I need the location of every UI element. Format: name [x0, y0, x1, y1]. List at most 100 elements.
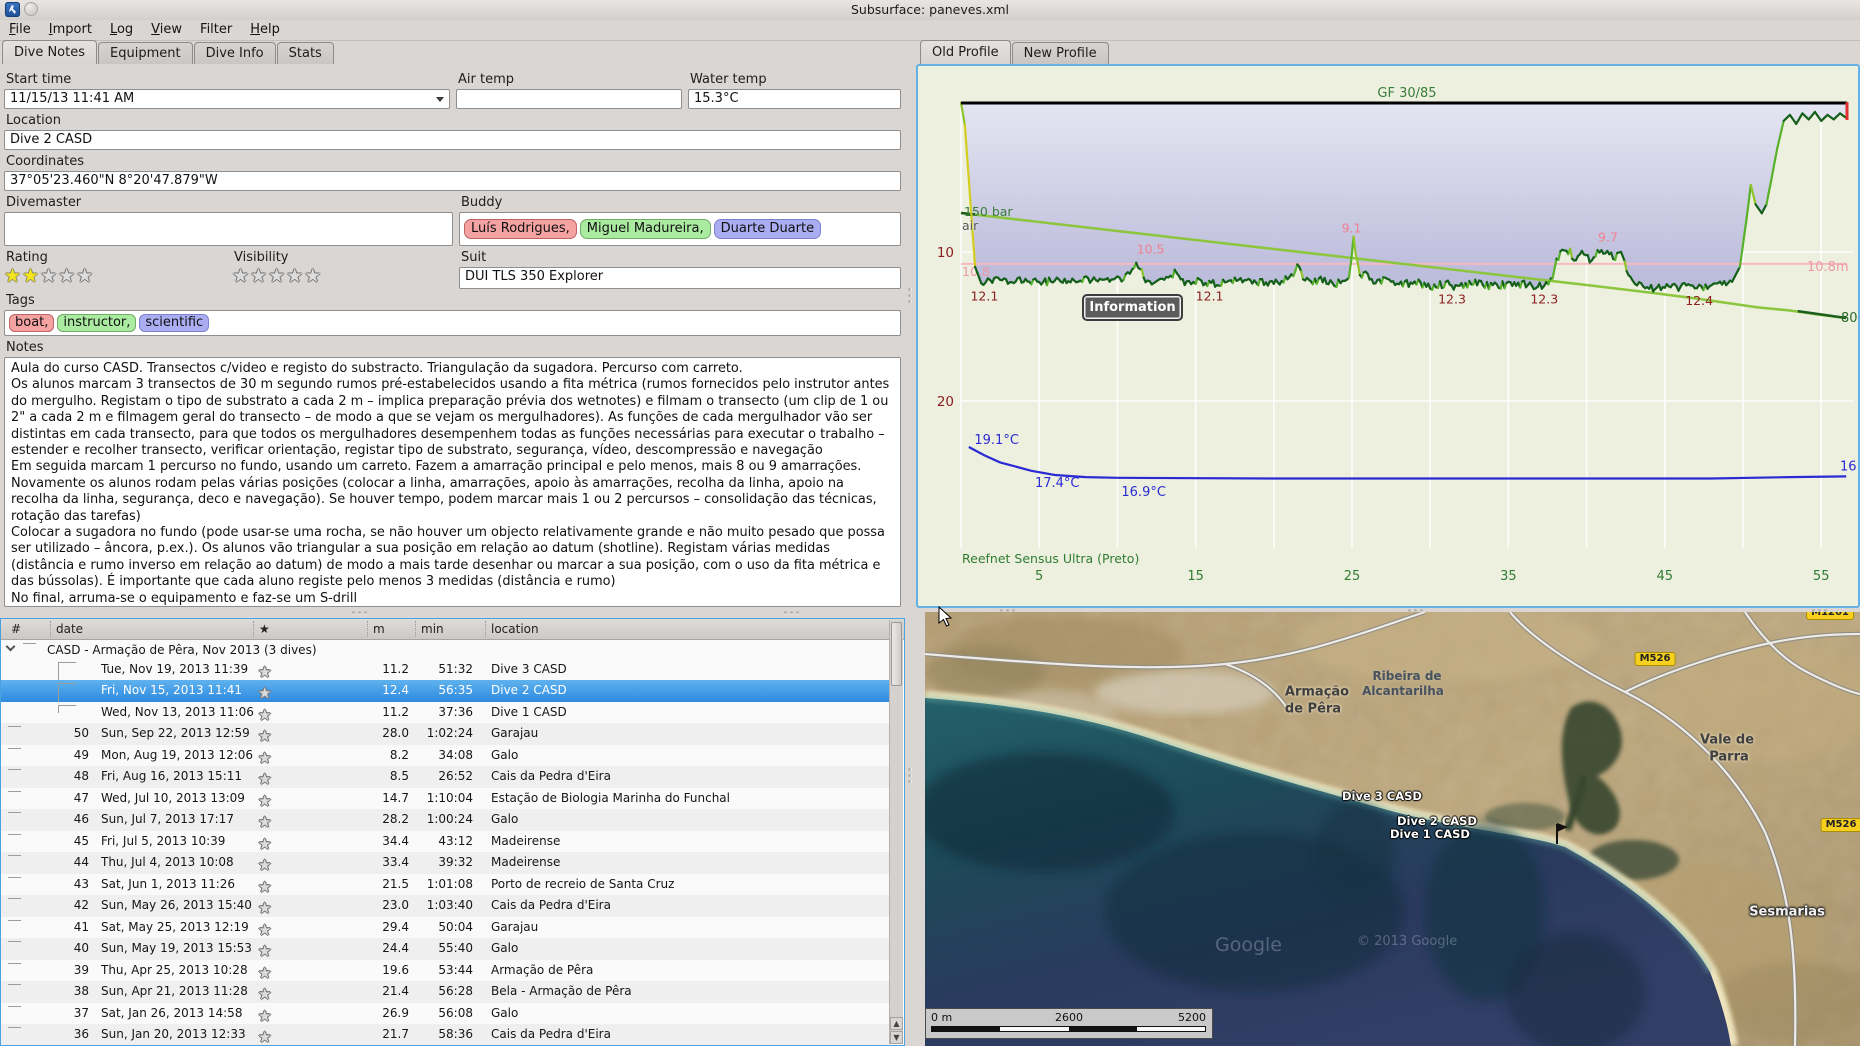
- dive-row-selected[interactable]: Fri, Nov 15, 2013 11:41 ★ ★ ★ ★ ★ 12.4 56:35 Div…: [1, 680, 891, 702]
- star-empty-icon: ★: [258, 985, 272, 1003]
- chip: Miguel Madureira,: [579, 219, 711, 239]
- column-header-0[interactable]: #: [11, 622, 21, 636]
- star-empty-icon: ★: [258, 920, 272, 939]
- coordinates-field[interactable]: 37°05'23.460"N 8°20'47.879"W: [4, 171, 901, 191]
- dive-date: Wed, Nov 13, 2013 11:06: [101, 704, 254, 719]
- dive-number: 38: [73, 984, 89, 998]
- svg-text:12.3: 12.3: [1530, 291, 1558, 306]
- buddy-label: Buddy: [461, 195, 503, 210]
- dive-row[interactable]: 47 Wed, Jul 10, 2013 13:09 ★ ★ ★ ★ ★ 14.7 1:10:0…: [1, 787, 891, 810]
- tab-stats[interactable]: Stats: [276, 42, 334, 64]
- star-empty-icon: ★: [258, 727, 272, 745]
- svg-text:150 bar: 150 bar: [964, 204, 1013, 219]
- dive-row[interactable]: 48 Fri, Aug 16, 2013 15:11 ★ ★ ★ ★ ★ 8.5 26:52 Ca…: [1, 766, 891, 788]
- star-empty-icon: ★: [258, 770, 272, 788]
- dive-duration: 58:36: [438, 1027, 473, 1041]
- suit-field[interactable]: DUI TLS 350 Explorer: [459, 267, 901, 289]
- column-header-5[interactable]: location: [491, 622, 539, 636]
- water-temp-field[interactable]: 15.3°C: [688, 89, 901, 109]
- dive-date: Thu, Apr 25, 2013 10:28: [101, 962, 248, 977]
- dive-row[interactable]: 44 Thu, Jul 4, 2013 10:08 ★ ★ ★ ★ ★ 33.4 39:32 Ma…: [1, 852, 891, 874]
- dive-row[interactable]: 45 Fri, Jul 5, 2013 10:39 ★ ★ ★ ★ ★ 34.4 43:12 Ma…: [1, 830, 891, 853]
- menu-file[interactable]: File: [0, 20, 40, 40]
- svg-text:80: 80: [1841, 311, 1858, 326]
- tab-new-profile[interactable]: New Profile: [1011, 42, 1109, 64]
- divemaster-field[interactable]: [4, 212, 453, 246]
- start-time-combobox[interactable]: 11/15/13 11:41 AM: [4, 89, 450, 109]
- notes-textarea[interactable]: Aula do curso CASD. Transectos c/video e…: [4, 357, 901, 607]
- svg-text:GF 30/85: GF 30/85: [1377, 86, 1436, 101]
- svg-text:10.8m: 10.8m: [1807, 260, 1849, 275]
- dive-number: 42: [73, 898, 89, 912]
- splitter-handle[interactable]: [784, 611, 806, 615]
- dive-row[interactable]: 42 Sun, May 26, 2013 15:40 ★ ★ ★ ★ ★ 23.0 1:03:4…: [1, 895, 891, 917]
- dive-list-scrollbar[interactable]: ▲ ▼: [889, 620, 903, 1044]
- tab-equipment[interactable]: Equipment: [98, 42, 193, 64]
- scroll-up-arrow-icon[interactable]: ▲: [890, 1017, 903, 1030]
- dive-row[interactable]: 38 Sun, Apr 21, 2013 11:28 ★ ★ ★ ★ ★ 21.4 56:28 B…: [1, 981, 891, 1003]
- dive-row[interactable]: Tue, Nov 19, 2013 11:39 ★ ★ ★ ★ ★ 11.2 51:32 Div…: [1, 658, 891, 681]
- dive-list-header[interactable]: # date ★ m min location: [1, 619, 904, 640]
- vertical-splitter-handle[interactable]: [908, 768, 912, 790]
- coordinates-label: Coordinates: [6, 154, 85, 169]
- star-empty-icon: ★: [258, 684, 272, 702]
- tags-field[interactable]: boat, instructor, scientific: [4, 310, 901, 336]
- column-separator: [367, 621, 368, 637]
- tab-dive-info[interactable]: Dive Info: [193, 42, 276, 64]
- map-place-label: Armação: [1284, 684, 1350, 700]
- dive-row[interactable]: 39 Thu, Apr 25, 2013 10:28 ★ ★ ★ ★ ★ 19.6 53:44 A…: [1, 959, 891, 982]
- menu-log[interactable]: Log: [101, 20, 142, 40]
- dive-row[interactable]: 36 Sun, Jan 20, 2013 12:33 ★ ★ ★ ★ ★ 21.7 58:36 C…: [1, 1024, 891, 1045]
- star-filled-icon: ★: [22, 265, 41, 287]
- dive-date: Sat, Jan 26, 2013 14:58: [101, 1005, 243, 1020]
- map-place-label: Vale de: [1699, 732, 1755, 748]
- dive-date: Fri, Aug 16, 2013 15:11: [101, 769, 243, 783]
- menu-help[interactable]: Help: [241, 20, 289, 40]
- dive-duration: 1:00:24: [426, 812, 473, 826]
- column-header-1[interactable]: date: [56, 622, 83, 636]
- dive-duration: 1:03:40: [426, 898, 473, 912]
- dive-row[interactable]: 49 Mon, Aug 19, 2013 12:06 ★ ★ ★ ★ ★ 8.2 34:08 Ga…: [1, 744, 891, 767]
- dive-number: 48: [73, 769, 89, 783]
- dive-row[interactable]: Wed, Nov 13, 2013 11:06 ★ ★ ★ ★ ★ 11.2 37:36 Div…: [1, 701, 891, 724]
- profile-plot[interactable]: 10.819.1°C17.4°C16.9°C16GF 30/8510205152…: [918, 66, 1858, 606]
- menu-view[interactable]: View: [142, 20, 191, 40]
- air-temp-label: Air temp: [458, 72, 514, 87]
- mouse-cursor: [938, 606, 953, 627]
- column-header-3[interactable]: m: [373, 622, 385, 636]
- column-header-4[interactable]: min: [421, 622, 444, 636]
- dive-site-map[interactable]: Armação de Pêra Ribeira de Alcantarilha Vale…: [925, 612, 1860, 1046]
- svg-text:55: 55: [1813, 569, 1830, 584]
- vertical-splitter-handle[interactable]: [908, 288, 912, 310]
- svg-text:Reefnet Sensus Ultra (Preto): Reefnet Sensus Ultra (Preto): [962, 551, 1139, 566]
- visibility-stars[interactable]: ★★★★★: [232, 267, 453, 286]
- buddy-field[interactable]: Luís Rodrigues, Miguel Madureira, Duarte D…: [459, 212, 901, 246]
- location-field[interactable]: Dive 2 CASD: [4, 130, 901, 150]
- column-separator: [253, 621, 254, 637]
- splitter-handle[interactable]: [352, 611, 374, 615]
- column-header-2[interactable]: ★: [259, 622, 270, 636]
- star-empty-icon: ★: [232, 265, 251, 287]
- scroll-down-arrow-icon[interactable]: ▼: [890, 1031, 903, 1044]
- road-badge: M526: [1820, 818, 1860, 832]
- air-temp-field[interactable]: [456, 89, 682, 109]
- scrollbar-thumb[interactable]: [891, 622, 902, 686]
- svg-text:25: 25: [1344, 569, 1361, 584]
- star-empty-icon: ★: [258, 834, 272, 853]
- notes-label: Notes: [6, 340, 44, 355]
- menu-import[interactable]: Import: [40, 20, 101, 40]
- expander-arrow-icon[interactable]: [5, 641, 16, 652]
- dive-location: Porto de recreio de Santa Cruz: [491, 876, 675, 891]
- dive-row[interactable]: 40 Sun, May 19, 2013 15:53 ★ ★ ★ ★ ★ 24.4 55:40 G…: [1, 938, 891, 960]
- dive-row[interactable]: 43 Sat, Jun 1, 2013 11:26 ★ ★ ★ ★ ★ 21.5 1:01:08…: [1, 873, 891, 896]
- tab-dive-notes[interactable]: Dive Notes: [2, 40, 97, 64]
- dive-row[interactable]: 50 Sun, Sep 22, 2013 12:59 ★ ★ ★ ★ ★ 28.0 1:02:2…: [1, 723, 891, 745]
- dive-row[interactable]: 37 Sat, Jan 26, 2013 14:58 ★ ★ ★ ★ ★ 26.9 56:08 G…: [1, 1002, 891, 1025]
- star-empty-icon: ★: [258, 877, 272, 896]
- dive-row[interactable]: 41 Sat, May 25, 2013 12:19 ★ ★ ★ ★ ★ 29.4 50:04 G…: [1, 916, 891, 939]
- dive-date: Tue, Nov 19, 2013 11:39: [101, 661, 249, 676]
- menu-filter[interactable]: Filter: [191, 20, 241, 40]
- rating-stars[interactable]: ★★★★★: [4, 267, 226, 286]
- tab-old-profile[interactable]: Old Profile: [920, 40, 1011, 64]
- dive-row[interactable]: 46 Sun, Jul 7, 2013 17:17 ★ ★ ★ ★ ★ 28.2 1:00:24…: [1, 809, 891, 831]
